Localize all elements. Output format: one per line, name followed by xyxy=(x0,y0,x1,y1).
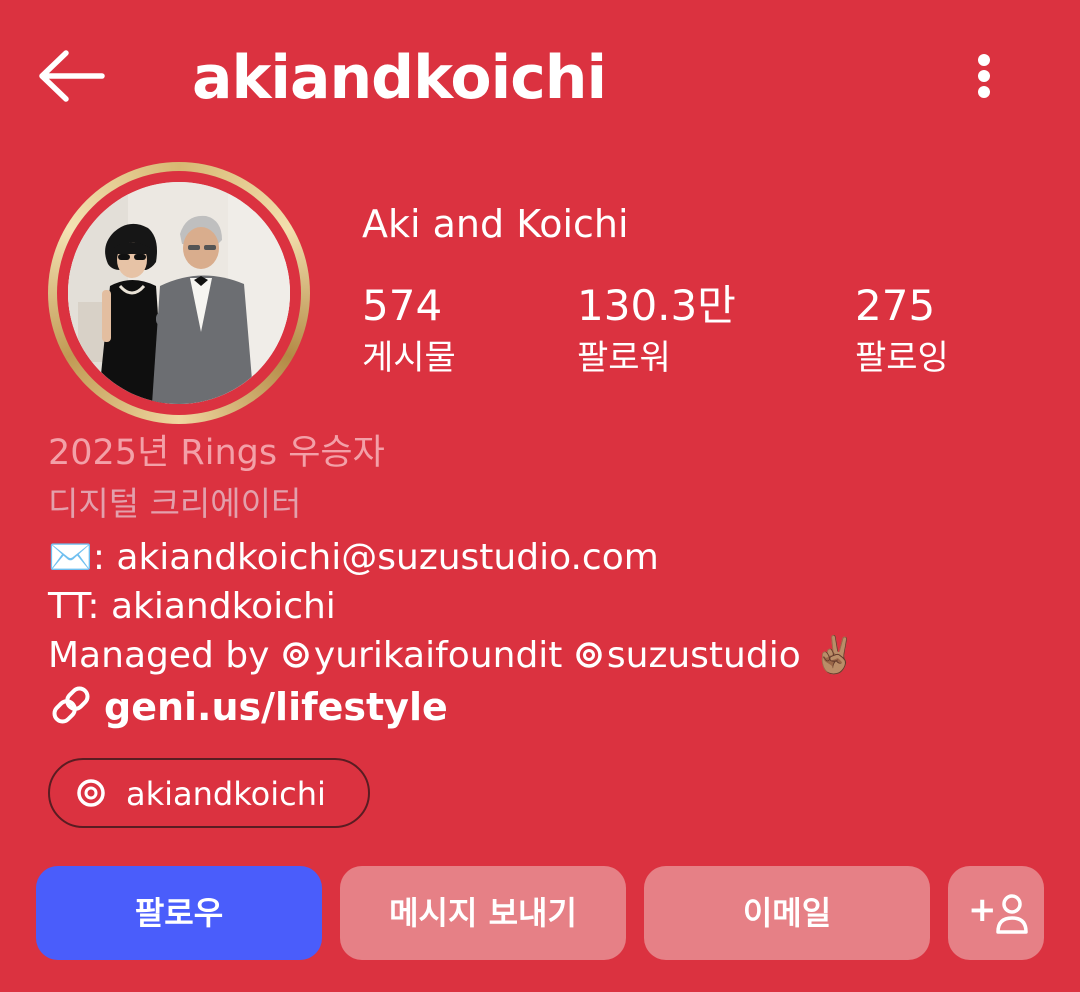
email-button[interactable]: 이메일 xyxy=(644,866,930,960)
stat-followers-count: 130.3만 xyxy=(577,281,736,330)
stat-following-count: 275 xyxy=(855,281,936,330)
stat-following-label: 팔로잉 xyxy=(855,338,949,378)
more-options-button[interactable] xyxy=(960,46,1008,106)
profile-link-text: geni.us/lifestyle xyxy=(104,685,448,729)
mention-link-1[interactable]: yurikaifoundit xyxy=(281,635,563,676)
suggest-accounts-button[interactable]: + xyxy=(948,866,1044,960)
mention-name-1: yurikaifoundit xyxy=(313,635,563,676)
threads-handle: akiandkoichi xyxy=(126,775,326,813)
victory-hand-emoji: ✌🏽 xyxy=(812,635,858,676)
stat-followers-label: 팔로워 xyxy=(577,338,671,378)
bio-email-text: : akiandkoichi@suzustudio.com xyxy=(92,537,659,578)
stat-posts-label: 게시물 xyxy=(362,338,456,378)
profile-page: akiandkoichi Aki and Koichi 574 게시물 130.… xyxy=(0,0,1080,992)
arrow-left-icon xyxy=(39,50,105,102)
threads-icon xyxy=(77,779,105,807)
stat-following[interactable]: 275 팔로잉 xyxy=(855,280,949,380)
stat-posts[interactable]: 574 게시물 xyxy=(362,280,456,380)
profile-category: 디지털 크리에이터 xyxy=(48,484,302,523)
link-icon xyxy=(52,686,90,724)
avatar[interactable] xyxy=(48,162,310,424)
award-badge-text[interactable]: 2025년 Rings 우승자 xyxy=(48,430,385,476)
bio-tt-line: TT: akiandkoichi xyxy=(48,586,336,627)
message-button[interactable]: 메시지 보내기 xyxy=(340,866,626,960)
follow-button[interactable]: 팔로우 xyxy=(36,866,322,960)
stat-followers[interactable]: 130.3만 팔로워 xyxy=(577,280,736,380)
page-title: akiandkoichi xyxy=(192,43,607,113)
avatar-photo xyxy=(68,182,290,404)
add-person-icon xyxy=(996,894,1028,934)
mention-link-2[interactable]: suzustudio xyxy=(574,635,801,676)
threads-icon xyxy=(576,642,602,668)
threads-icon xyxy=(283,642,309,668)
profile-link[interactable]: geni.us/lifestyle xyxy=(48,682,448,732)
bio-managed-prefix: Managed by xyxy=(48,635,281,676)
stat-posts-count: 574 xyxy=(362,281,443,330)
bio-email-line: ✉️: akiandkoichi@suzustudio.com xyxy=(48,534,659,582)
threads-profile-chip[interactable]: akiandkoichi xyxy=(48,758,370,828)
envelope-emoji: ✉️ xyxy=(48,537,93,578)
mention-name-2: suzustudio xyxy=(606,635,801,676)
bio-managed-line: Managed by yurikaifoundit suzustudio ✌🏽 xyxy=(48,632,857,680)
back-button[interactable] xyxy=(34,44,110,108)
profile-display-name: Aki and Koichi xyxy=(362,202,629,246)
